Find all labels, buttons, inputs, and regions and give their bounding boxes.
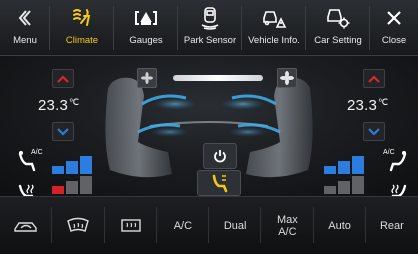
- level-segment: [52, 186, 64, 194]
- right-temp-value: 23.3: [347, 97, 377, 114]
- left-seat-cool-button[interactable]: A/C: [16, 149, 43, 172]
- level-segment: [324, 186, 336, 194]
- rear-defrost-button[interactable]: [105, 197, 157, 254]
- recirculation-button[interactable]: [0, 197, 53, 254]
- max-ac-button-label: Max A/C: [276, 213, 298, 238]
- tab-vehicle-info[interactable]: Vehicle Info.: [242, 0, 306, 55]
- tab-label: Gauges: [129, 35, 163, 46]
- dual-button[interactable]: Dual: [209, 197, 262, 254]
- climate-screen: Menu Climate Gauges Park Sensor Vehicle …: [0, 0, 418, 254]
- fan-speed-bar[interactable]: [173, 75, 263, 81]
- fan-speed-control: [137, 68, 299, 88]
- tab-climate[interactable]: Climate: [50, 0, 114, 55]
- bottom-control-bar: A/C Dual Max A/C Auto Rear: [0, 196, 418, 254]
- gauges-icon: [133, 6, 159, 30]
- close-icon: [381, 6, 407, 30]
- right-temp-unit: ℃: [378, 97, 389, 107]
- power-icon: [214, 150, 226, 163]
- chevron-up-icon: [57, 74, 69, 83]
- dual-button-label: Dual: [223, 219, 247, 232]
- vehicle-info-icon: [261, 6, 287, 30]
- tab-park-sensor[interactable]: Park Sensor: [178, 0, 242, 55]
- fan-increase-button[interactable]: [277, 68, 297, 88]
- auto-button[interactable]: Auto: [314, 197, 366, 254]
- auto-button-label: Auto: [328, 219, 351, 232]
- max-ac-button[interactable]: Max A/C: [261, 197, 314, 254]
- rear-button[interactable]: Rear: [366, 197, 418, 254]
- left-temp-unit: ℃: [69, 97, 80, 107]
- ac-button[interactable]: A/C: [157, 197, 209, 254]
- park-sensor-icon: [197, 6, 223, 30]
- left-temp-up-button[interactable]: [52, 69, 74, 88]
- tab-label: Menu: [13, 35, 37, 46]
- level-segment: [66, 181, 78, 194]
- fan-high-icon: [280, 71, 294, 85]
- right-temperature: 23.3℃: [347, 97, 388, 114]
- front-defrost-button[interactable]: [52, 197, 105, 254]
- tab-close[interactable]: Close: [370, 0, 418, 55]
- right-temp-down-button[interactable]: [363, 122, 385, 141]
- left-temperature: 23.3℃: [38, 97, 79, 114]
- left-temp-down-button[interactable]: [52, 122, 74, 141]
- tab-label: Close: [381, 35, 407, 46]
- top-nav-bar: Menu Climate Gauges Park Sensor Vehicle …: [0, 0, 418, 56]
- level-segment: [352, 176, 364, 194]
- chevron-up-icon: [368, 74, 380, 83]
- airflow-mode-icon: [212, 174, 228, 193]
- power-button[interactable]: [203, 143, 237, 169]
- front-defrost-icon: [67, 217, 90, 232]
- tab-label: Vehicle Info.: [248, 35, 300, 46]
- rear-button-label: Rear: [379, 219, 404, 232]
- fan-low-icon: [141, 72, 153, 84]
- ac-button-label: A/C: [173, 219, 193, 232]
- double-chevron-left-icon: [12, 6, 38, 30]
- tab-label: Park Sensor: [183, 35, 237, 46]
- right-seat-cool-button[interactable]: A/C: [383, 149, 407, 172]
- right-temp-up-button[interactable]: [363, 69, 385, 88]
- right-ac-label: A/C: [383, 149, 395, 156]
- right-seat-heat-level[interactable]: [322, 170, 368, 196]
- tab-label: Climate: [65, 35, 99, 46]
- tab-menu[interactable]: Menu: [0, 0, 50, 55]
- chevron-down-icon: [368, 127, 380, 136]
- recirculation-icon: [14, 221, 37, 232]
- car-setting-icon: [325, 6, 351, 30]
- airflow-mode-button[interactable]: [197, 170, 241, 196]
- left-seat-heat-level[interactable]: [50, 170, 96, 196]
- level-segment: [80, 176, 92, 194]
- left-temp-value: 23.3: [38, 97, 68, 114]
- tab-label: Car Setting: [314, 35, 362, 46]
- climate-fan-icon: [69, 6, 95, 30]
- level-segment: [338, 181, 350, 194]
- tab-car-setting[interactable]: Car Setting: [306, 0, 370, 55]
- fan-decrease-button[interactable]: [137, 68, 157, 88]
- rear-defrost-icon: [120, 218, 141, 232]
- chevron-down-icon: [57, 127, 69, 136]
- tab-gauges[interactable]: Gauges: [114, 0, 178, 55]
- left-ac-label: A/C: [31, 149, 43, 156]
